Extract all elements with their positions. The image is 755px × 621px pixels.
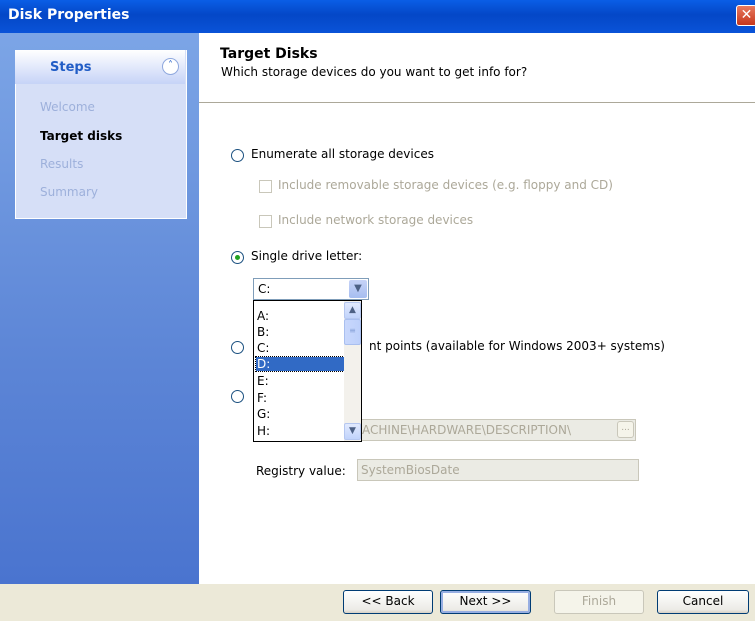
finish-button[interactable]: Finish (554, 590, 644, 614)
scroll-thumb[interactable]: ≡ (344, 319, 361, 345)
step-results: Results (40, 157, 84, 171)
step-welcome: Welcome (40, 100, 95, 114)
mount-points-radio[interactable] (231, 341, 244, 354)
registry-key-field: ACHINE\HARDWARE\DESCRIPTION\ (358, 419, 636, 441)
registry-key-value: ACHINE\HARDWARE\DESCRIPTION\ (362, 423, 571, 437)
drive-option-a[interactable]: A: (256, 309, 344, 323)
page-subtitle: Which storage devices do you want to get… (221, 65, 528, 79)
step-summary: Summary (40, 185, 98, 199)
drive-option-e[interactable]: E: (256, 374, 344, 388)
step-target-disks: Target disks (40, 129, 123, 143)
single-drive-radio[interactable] (231, 251, 244, 264)
drive-option-g[interactable]: G: (256, 407, 344, 421)
browse-ellipsis-button: ... (617, 421, 634, 438)
drive-option-c[interactable]: C: (256, 341, 344, 355)
registry-value-label: Registry value: (256, 464, 346, 478)
page-title: Target Disks (220, 46, 318, 62)
mount-points-label[interactable]: nt points (available for Windows 2003+ s… (369, 339, 665, 353)
include-network-checkbox[interactable] (259, 215, 272, 228)
registry-value-text: SystemBiosDate (361, 463, 460, 477)
back-button[interactable]: << Back (343, 590, 433, 614)
registry-value-field: SystemBiosDate (357, 459, 639, 481)
drive-option-d[interactable]: D: (255, 356, 345, 372)
page-header: Target Disks Which storage devices do yo… (199, 33, 755, 103)
drive-letter-dropdown-list[interactable]: A: B: C: D: E: F: G: H: ▲ ≡ ▼ (253, 300, 362, 442)
next-button[interactable]: Next >> (440, 590, 531, 614)
scroll-down-arrow-icon[interactable]: ▼ (344, 423, 361, 440)
window-title: Disk Properties (8, 7, 130, 23)
dropdown-scrollbar[interactable]: ▲ ≡ ▼ (344, 301, 361, 441)
drive-letter-value: C: (258, 282, 271, 296)
enumerate-all-label[interactable]: Enumerate all storage devices (251, 147, 434, 161)
steps-sidebar: Steps ˄ Welcome Target disks Results Sum… (0, 33, 199, 584)
drive-option-b[interactable]: B: (256, 325, 344, 339)
steps-header-label: Steps (50, 60, 92, 75)
cancel-button[interactable]: Cancel (657, 590, 749, 614)
steps-header[interactable]: Steps ˄ (15, 50, 185, 84)
single-drive-label[interactable]: Single drive letter: (251, 249, 362, 263)
chevron-down-icon[interactable]: ▼ (349, 280, 367, 298)
collapse-chevron-icon[interactable]: ˄ (162, 58, 179, 75)
include-removable-checkbox[interactable] (259, 180, 272, 193)
registry-radio[interactable] (231, 390, 244, 403)
close-button[interactable]: ✕ (736, 5, 755, 26)
drive-option-f[interactable]: F: (256, 391, 344, 405)
title-bar: Disk Properties ✕ (0, 0, 755, 33)
include-removable-label[interactable]: Include removable storage devices (e.g. … (278, 178, 613, 192)
drive-letter-combo[interactable]: C: ▼ (253, 278, 369, 300)
include-network-label[interactable]: Include network storage devices (278, 213, 473, 227)
scroll-up-arrow-icon[interactable]: ▲ (344, 302, 361, 319)
drive-option-h[interactable]: H: (256, 424, 344, 438)
enumerate-all-radio[interactable] (231, 149, 244, 162)
